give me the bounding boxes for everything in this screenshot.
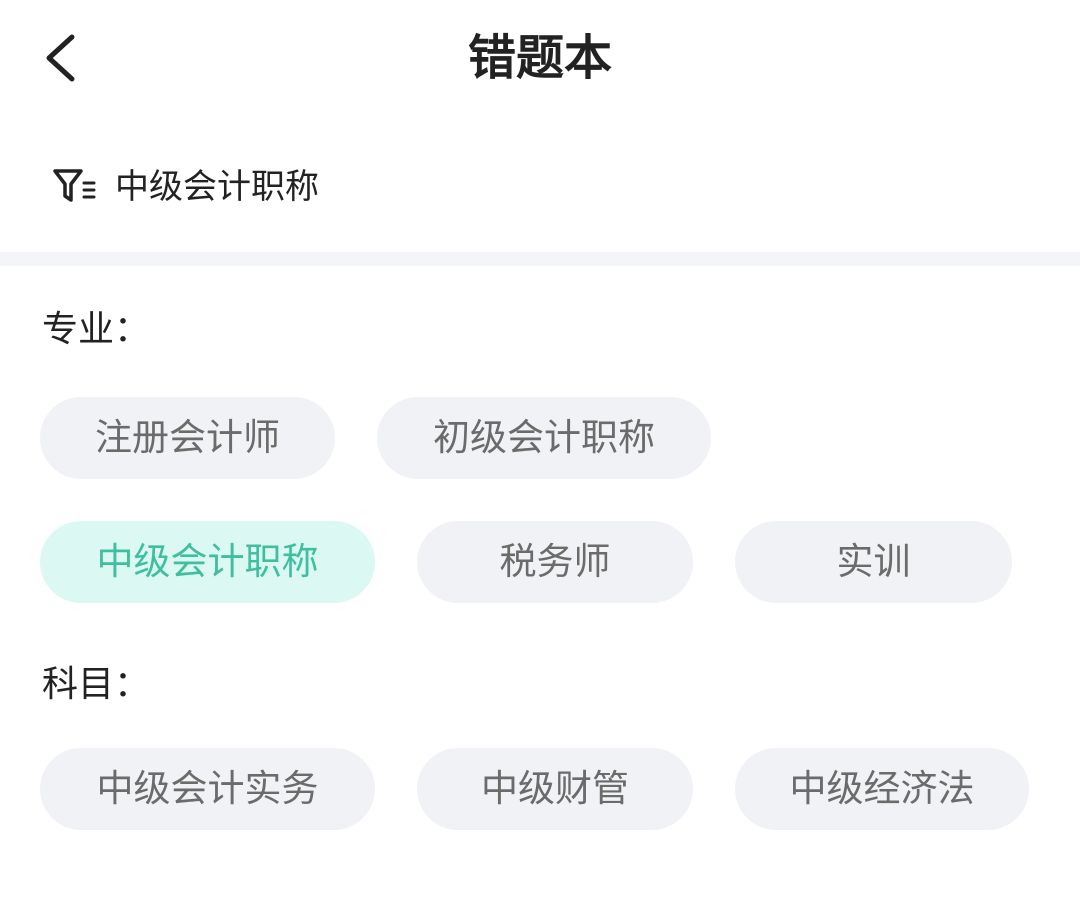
filter-selector[interactable]: 中级会计职称	[40, 155, 440, 219]
subject-chip-intermediate-economic-law[interactable]: 中级经济法	[735, 748, 1029, 830]
major-section-label: 专业：	[42, 309, 151, 350]
divider	[0, 252, 1080, 266]
subject-chip-intermediate-financial-management[interactable]: 中级财管	[417, 748, 693, 830]
major-chip-practical-training[interactable]: 实训	[735, 521, 1012, 603]
major-chip-tax-advisor[interactable]: 税务师	[417, 521, 693, 603]
page-title: 错题本	[467, 30, 612, 86]
major-chip-intermediate-accountant[interactable]: 中级会计职称	[40, 521, 375, 603]
major-chip-junior-accountant[interactable]: 初级会计职称	[377, 397, 711, 479]
current-filter-label: 中级会计职称	[115, 167, 319, 207]
major-chip-cpa[interactable]: 注册会计师	[40, 397, 335, 479]
filter-icon	[52, 166, 98, 208]
top-bar: 错题本	[0, 0, 1080, 120]
subject-chip-intermediate-accounting-practice[interactable]: 中级会计实务	[40, 748, 375, 830]
subject-section-label: 科目：	[42, 664, 151, 705]
